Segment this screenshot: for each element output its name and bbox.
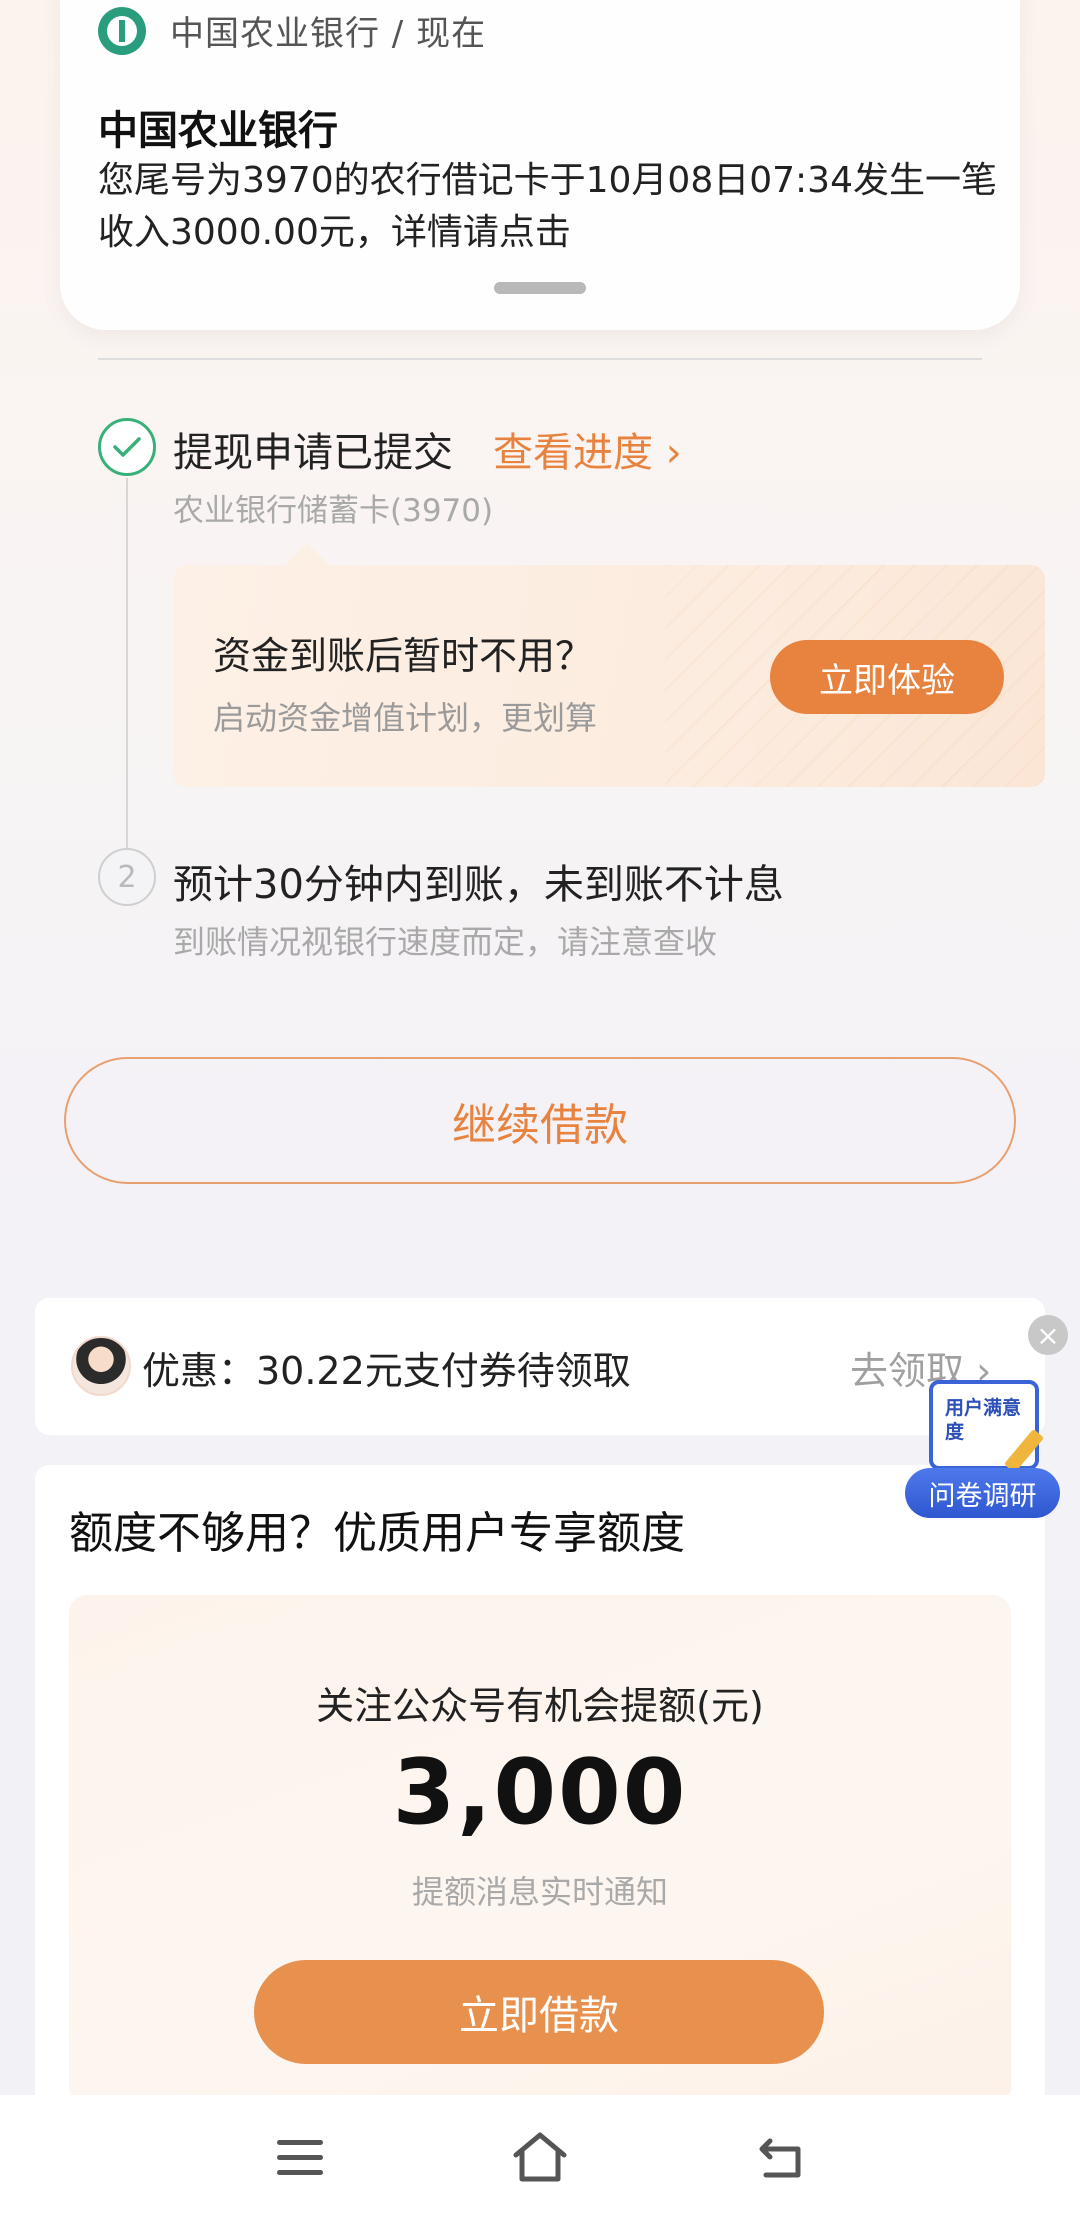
notification-body: 您尾号为3970的农行借记卡于10月08日07:34发生一笔收入3000.00元… bbox=[98, 160, 997, 253]
step2-title: 预计30分钟内到账，未到账不计息 bbox=[173, 862, 784, 908]
promo-pointer bbox=[285, 543, 329, 565]
step2-subtitle: 到账情况视银行速度而定，请注意查收 bbox=[173, 923, 718, 961]
divider bbox=[98, 358, 982, 360]
notification-source: 中国农业银行 / 现在 bbox=[170, 14, 487, 54]
notification-header: 中国农业银行 / 现在 bbox=[98, 6, 486, 55]
coupon-card[interactable]: 优惠：30.22元支付券待领取 去领取 › bbox=[35, 1298, 1045, 1435]
timeline-connector bbox=[126, 478, 128, 854]
notification-drag-handle[interactable] bbox=[494, 282, 586, 294]
borrow-now-button[interactable]: 立即借款 bbox=[254, 1960, 824, 2064]
credit-amount: 3,000 bbox=[392, 1740, 688, 1845]
step1-card-info: 农业银行储蓄卡(3970) bbox=[173, 493, 494, 529]
step1-title: 提现申请已提交 bbox=[173, 430, 453, 476]
credit-note: 提额消息实时通知 bbox=[411, 1873, 668, 1911]
credit-offer-panel: 关注公众号有机会提额(元) 3,000 提额消息实时通知 立即借款 bbox=[69, 1595, 1011, 2105]
bank-notification[interactable]: 中国农业银行 / 现在 中国农业银行 您尾号为3970的农行借记卡于10月08日… bbox=[60, 0, 1020, 330]
promo-subtitle: 启动资金增值计划，更划算 bbox=[213, 699, 598, 737]
notification-title: 中国农业银行 bbox=[98, 108, 338, 154]
close-icon[interactable]: × bbox=[1028, 1315, 1068, 1355]
credit-title: 额度不够用？优质用户专享额度 bbox=[69, 1508, 685, 1559]
coupon-text: 优惠：30.22元支付券待领取 bbox=[142, 1349, 631, 1393]
step2-number: 2 bbox=[98, 848, 156, 906]
credit-limit-card: 额度不够用？优质用户专享额度 关注公众号有机会提额(元) 3,000 提额消息实… bbox=[35, 1465, 1045, 2105]
promo-question: 资金到账后暂时不用？ bbox=[213, 634, 594, 678]
continue-borrowing-button[interactable]: 继续借款 bbox=[64, 1057, 1016, 1184]
survey-widget[interactable]: 用户满意度 问卷调研 bbox=[905, 1380, 1060, 1520]
home-icon[interactable] bbox=[510, 2129, 570, 2185]
menu-icon[interactable] bbox=[277, 2140, 323, 2176]
system-nav-bar bbox=[0, 2095, 1080, 2223]
view-progress-link[interactable]: 查看进度 › bbox=[493, 420, 682, 478]
try-now-button[interactable]: 立即体验 bbox=[770, 640, 1004, 714]
avatar bbox=[71, 1336, 131, 1396]
back-icon[interactable] bbox=[756, 2135, 806, 2181]
wealth-promo-card: 资金到账后暂时不用？ 启动资金增值计划，更划算 立即体验 bbox=[173, 565, 1045, 787]
credit-label: 关注公众号有机会提额(元) bbox=[316, 1684, 764, 1728]
abc-bank-logo-icon bbox=[98, 6, 146, 55]
check-icon bbox=[98, 418, 156, 476]
survey-button[interactable]: 问卷调研 bbox=[905, 1468, 1060, 1518]
